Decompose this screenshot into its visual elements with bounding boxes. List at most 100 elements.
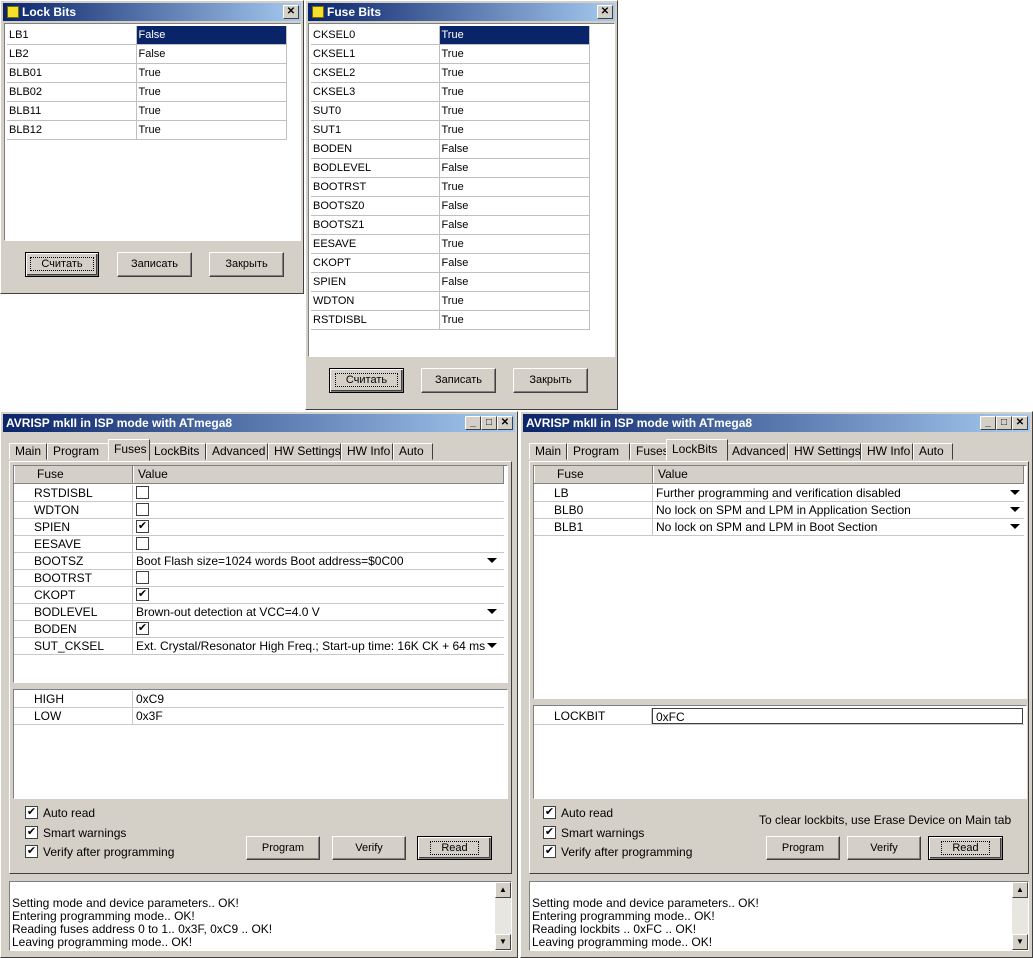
fuse-select[interactable]: Ext. Crystal/Resonator High Freq.; Start… <box>133 638 502 654</box>
table-row[interactable]: BLB02 True <box>7 82 287 102</box>
tab-hw-info[interactable]: HW Info <box>861 443 913 460</box>
program-button[interactable]: Program <box>766 836 840 860</box>
bit-value[interactable]: True <box>439 101 590 121</box>
chevron-down-icon[interactable] <box>1010 524 1020 529</box>
chevron-down-icon[interactable] <box>487 643 497 648</box>
log-output[interactable]: Setting mode and device parameters.. OK!… <box>529 881 1029 951</box>
verify-button[interactable]: Verify <box>847 836 921 860</box>
table-row[interactable]: BODEN False <box>311 139 590 159</box>
checkbox[interactable] <box>136 486 149 499</box>
verify-after-checkbox[interactable]: ✔ Verify after programming <box>543 845 692 859</box>
bit-value[interactable]: True <box>136 63 287 83</box>
table-row[interactable]: RSTDISBL True <box>311 310 590 330</box>
read-button[interactable]: Read <box>417 836 492 860</box>
maximize-icon[interactable]: □ <box>996 416 1012 430</box>
chevron-down-icon[interactable] <box>1010 490 1020 495</box>
lockbit-value-input[interactable]: 0xFC <box>652 708 1023 724</box>
tab-main[interactable]: Main <box>9 443 47 460</box>
tab-hw-settings[interactable]: HW Settings <box>788 443 861 460</box>
fuse-bits-read-button[interactable]: Считать <box>329 368 404 393</box>
tab-auto[interactable]: Auto <box>913 443 953 460</box>
fuse-checkbox[interactable]: ✔ <box>133 519 502 535</box>
tab-lockbits[interactable]: LockBits <box>666 439 728 461</box>
auto-read-checkbox[interactable]: ✔ Auto read <box>543 806 613 820</box>
fuse-select[interactable]: Boot Flash size=1024 words Boot address=… <box>133 553 502 569</box>
auto-read-checkbox[interactable]: ✔ Auto read <box>25 806 95 820</box>
log-output[interactable]: Setting mode and device parameters.. OK!… <box>9 881 512 951</box>
smart-warnings-checkbox[interactable]: ✔ Smart warnings <box>25 826 126 840</box>
log-scrollbar[interactable]: ▲ ▼ <box>1012 882 1028 950</box>
table-row[interactable]: CKOPT False <box>311 253 590 273</box>
fuse-bits-close-button[interactable]: Закрыть <box>513 368 588 393</box>
lock-bits-close-button[interactable]: Закрыть <box>209 252 284 277</box>
tab-program[interactable]: Program <box>567 443 630 460</box>
scroll-down-icon[interactable]: ▼ <box>495 934 511 950</box>
tab-main[interactable]: Main <box>529 443 567 460</box>
table-row[interactable]: SPIEN False <box>311 272 590 292</box>
scroll-up-icon[interactable]: ▲ <box>495 882 511 898</box>
table-row[interactable]: BLB01 True <box>7 63 287 83</box>
table-row[interactable]: CKSEL3 True <box>311 82 590 102</box>
table-row[interactable]: BODLEVEL False <box>311 158 590 178</box>
checkbox[interactable]: ✔ <box>136 588 149 601</box>
checkbox[interactable] <box>136 537 149 550</box>
lock-select[interactable]: Further programming and verification dis… <box>653 485 1006 501</box>
table-row[interactable]: CKSEL2 True <box>311 63 590 83</box>
fuse-checkbox[interactable] <box>133 570 502 586</box>
chevron-down-icon[interactable] <box>487 558 497 563</box>
tab-program[interactable]: Program <box>47 443 110 460</box>
close-icon[interactable]: ✕ <box>1012 416 1028 430</box>
table-row[interactable]: BLB11 True <box>7 101 287 121</box>
table-row[interactable]: BLB12 True <box>7 120 287 140</box>
tab-lockbits[interactable]: LockBits <box>148 443 206 460</box>
bit-value[interactable]: True <box>439 234 590 254</box>
fuse-byte-value[interactable]: 0x3F <box>133 708 502 724</box>
bit-value[interactable]: True <box>439 177 590 197</box>
maximize-icon[interactable]: □ <box>481 416 497 430</box>
bit-value[interactable]: True <box>136 82 287 102</box>
read-button[interactable]: Read <box>928 836 1003 860</box>
tab-auto[interactable]: Auto <box>393 443 433 460</box>
tab-fuses[interactable]: Fuses <box>108 439 150 461</box>
bit-value[interactable]: True <box>439 63 590 83</box>
bit-value[interactable]: True <box>439 291 590 311</box>
tab-advanced[interactable]: Advanced <box>206 443 268 460</box>
table-row[interactable]: LB2 False <box>7 44 287 64</box>
bit-value[interactable]: False <box>439 196 590 216</box>
fuse-select[interactable]: Brown-out detection at VCC=4.0 V <box>133 604 502 620</box>
fuse-checkbox[interactable] <box>133 536 502 552</box>
fuse-checkbox[interactable] <box>133 485 502 501</box>
lock-select[interactable]: No lock on SPM and LPM in Boot Section <box>653 519 1006 535</box>
chevron-down-icon[interactable] <box>487 609 497 614</box>
bit-value[interactable]: True <box>439 82 590 102</box>
bit-value[interactable]: True <box>439 44 590 64</box>
tab-fuses[interactable]: Fuses <box>630 443 669 460</box>
tab-hw-settings[interactable]: HW Settings <box>268 443 341 460</box>
minimize-icon[interactable]: _ <box>465 416 481 430</box>
chevron-down-icon[interactable] <box>1010 507 1020 512</box>
close-icon[interactable]: ✕ <box>597 5 613 19</box>
scroll-up-icon[interactable]: ▲ <box>1012 882 1028 898</box>
lock-select[interactable]: No lock on SPM and LPM in Application Se… <box>653 502 1006 518</box>
bit-value[interactable]: False <box>439 139 590 159</box>
bit-value[interactable]: False <box>439 272 590 292</box>
bit-value[interactable]: False <box>439 215 590 235</box>
close-icon[interactable]: ✕ <box>497 416 513 430</box>
fuse-byte-value[interactable]: 0xC9 <box>133 691 502 707</box>
table-row[interactable]: SUT0 True <box>311 101 590 121</box>
table-row[interactable]: BOOTRST True <box>311 177 590 197</box>
tab-hw-info[interactable]: HW Info <box>341 443 393 460</box>
table-row[interactable]: SUT1 True <box>311 120 590 140</box>
verify-button[interactable]: Verify <box>332 836 406 860</box>
fuse-bits-write-button[interactable]: Записать <box>421 368 496 393</box>
bit-value[interactable]: False <box>439 158 590 178</box>
minimize-icon[interactable]: _ <box>980 416 996 430</box>
checkbox[interactable] <box>136 503 149 516</box>
table-row[interactable]: BOOTSZ0 False <box>311 196 590 216</box>
fuse-checkbox[interactable]: ✔ <box>133 587 502 603</box>
fuse-checkbox[interactable]: ✔ <box>133 621 502 637</box>
lock-bits-read-button[interactable]: Считать <box>25 252 99 277</box>
bit-value[interactable]: True <box>136 120 287 140</box>
log-scrollbar[interactable]: ▲ ▼ <box>495 882 511 950</box>
verify-after-checkbox[interactable]: ✔ Verify after programming <box>25 845 174 859</box>
